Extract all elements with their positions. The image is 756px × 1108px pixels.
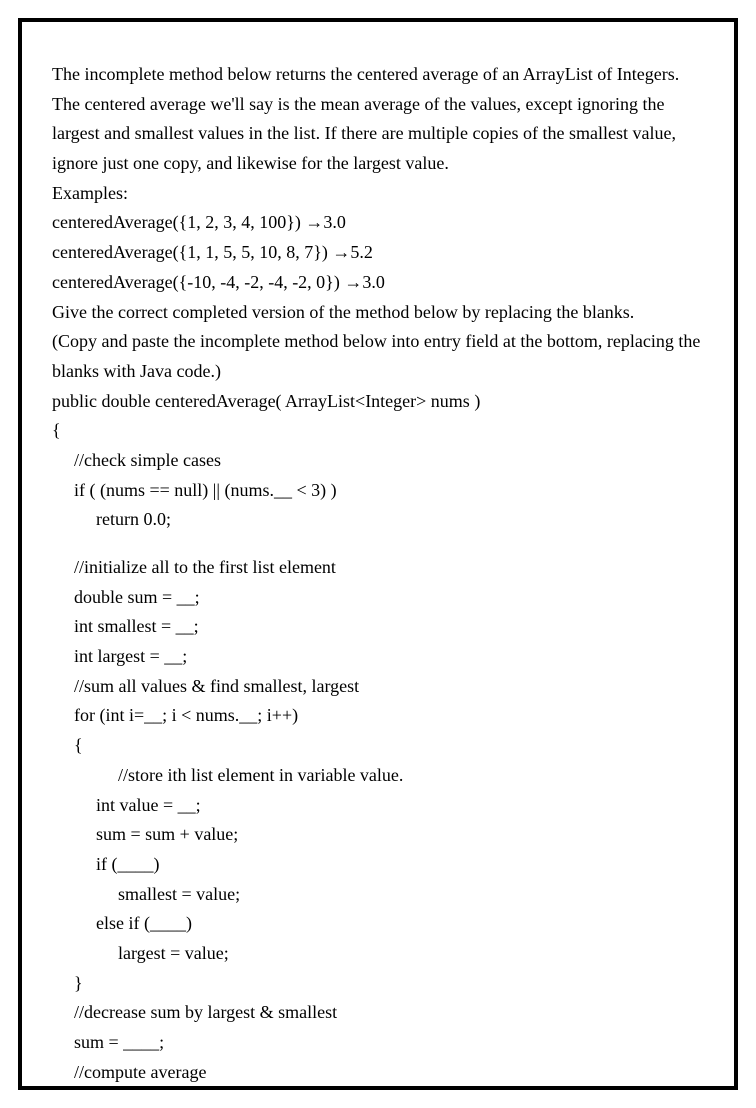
code-comment-sum: //sum all values & find smallest, larges… <box>52 672 704 702</box>
document-frame: The incomplete method below returns the … <box>18 18 738 1090</box>
code-comment-average: //compute average <box>52 1058 704 1088</box>
code-set-largest: largest = value; <box>52 939 704 969</box>
instruction-line-1: Give the correct completed version of th… <box>52 298 704 328</box>
page: The incomplete method below returns the … <box>0 0 756 1108</box>
example-3: centeredAverage({-10, -4, -2, -4, -2, 0}… <box>52 268 704 298</box>
example-1: centeredAverage({1, 2, 3, 4, 100}) →3.0 <box>52 208 704 238</box>
code-sum-add: sum = sum + value; <box>52 820 704 850</box>
code-smallest-init: int smallest = __; <box>52 612 704 642</box>
blank-line <box>52 535 704 553</box>
code-comment-check: //check simple cases <box>52 446 704 476</box>
code-largest-init: int largest = __; <box>52 642 704 672</box>
example-2: centeredAverage({1, 1, 5, 5, 10, 8, 7}) … <box>52 238 704 268</box>
code-for-loop: for (int i=__; i < nums.__; i++) <box>52 701 704 731</box>
open-brace: { <box>52 416 704 446</box>
code-sum-init: double sum = __; <box>52 583 704 613</box>
code-elseif-largest: else if (____) <box>52 909 704 939</box>
code-return: return ( sum / (____) ); <box>52 1087 704 1090</box>
code-for-close: } <box>52 969 704 999</box>
code-for-open: { <box>52 731 704 761</box>
code-if-smallest: if (____) <box>52 850 704 880</box>
code-comment-decrease: //decrease sum by largest & smallest <box>52 998 704 1028</box>
problem-description: The incomplete method below returns the … <box>52 60 704 179</box>
examples-label: Examples: <box>52 179 704 209</box>
code-if-null: if ( (nums == null) || (nums.__ < 3) ) <box>52 476 704 506</box>
code-comment-store: //store ith list element in variable val… <box>52 761 704 791</box>
code-sum-decrease: sum = ____; <box>52 1028 704 1058</box>
code-return-zero: return 0.0; <box>52 505 704 535</box>
code-value: int value = __; <box>52 791 704 821</box>
code-comment-init: //initialize all to the first list eleme… <box>52 553 704 583</box>
code-set-smallest: smallest = value; <box>52 880 704 910</box>
instruction-line-2: (Copy and paste the incomplete method be… <box>52 327 704 386</box>
method-signature: public double centeredAverage( ArrayList… <box>52 387 704 417</box>
